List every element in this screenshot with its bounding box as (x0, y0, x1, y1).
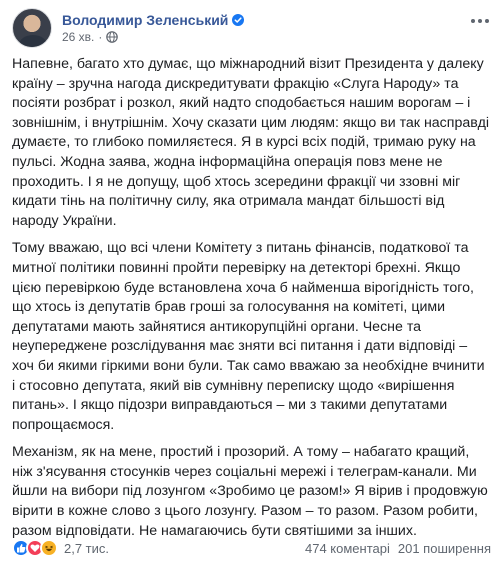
post-timestamp[interactable]: 26 хв. (62, 30, 94, 44)
post-footer: 2,7 тис. 474 коментарі 201 поширення (12, 538, 491, 558)
post-meta: 26 хв. · (62, 30, 119, 44)
verified-badge-icon (232, 14, 245, 26)
post-paragraph: Напевне, багато хто думає, що міжнародни… (12, 56, 490, 229)
globe-icon (106, 31, 119, 43)
reactions-count[interactable]: 2,7 тис. (64, 541, 109, 556)
haha-icon (40, 539, 58, 557)
shares-count[interactable]: 201 поширення (398, 541, 491, 556)
author-avatar[interactable] (12, 8, 52, 48)
author-name[interactable]: Володимир Зеленський (62, 12, 228, 28)
post-text: Напевне, багато хто думає, що міжнародни… (12, 55, 491, 549)
more-options-icon[interactable] (468, 14, 492, 28)
engagement-stats: 474 коментарі 201 поширення (305, 541, 491, 556)
post-paragraph: Механізм, як на мене, простий і прозорий… (12, 444, 488, 539)
post-paragraph: Тому вважаю, що всі члени Комітету з пит… (12, 240, 485, 433)
author-line: Володимир Зеленський (62, 12, 245, 28)
comments-count[interactable]: 474 коментарі (305, 541, 390, 556)
post-header: Володимир Зеленський 26 хв. · (12, 6, 492, 50)
meta-separator: · (98, 30, 103, 44)
reactions-summary[interactable]: 2,7 тис. (12, 539, 109, 557)
